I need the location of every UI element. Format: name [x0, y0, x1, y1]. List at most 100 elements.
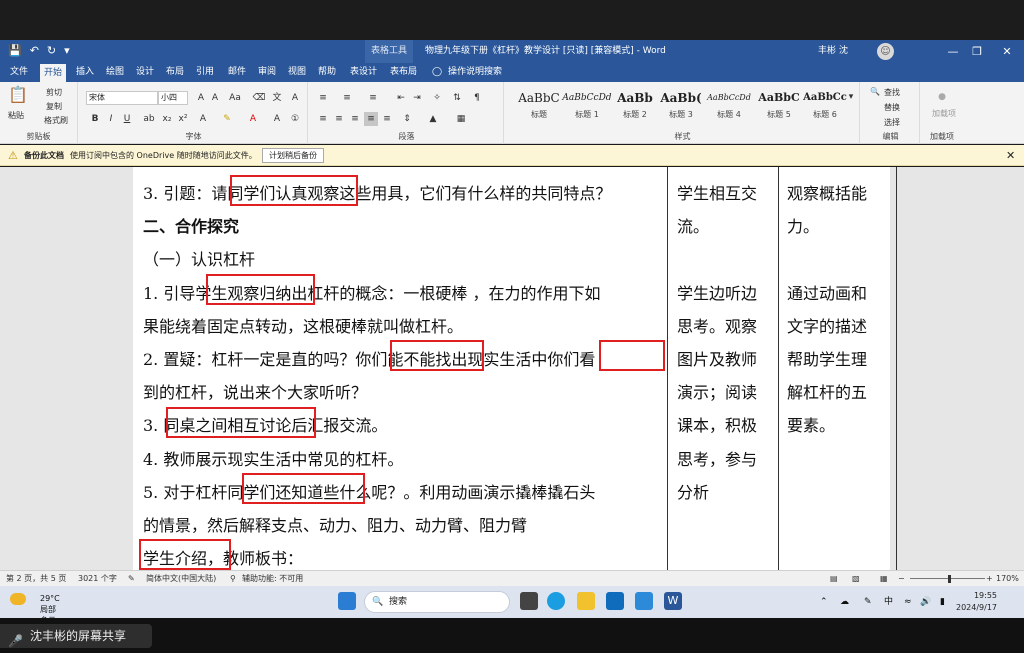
find-button[interactable]: 查找 — [884, 87, 900, 98]
align-left-icon[interactable]: ≡ — [316, 112, 330, 126]
subscript-icon[interactable]: x₂ — [160, 112, 174, 126]
tab-home[interactable]: 开始 — [40, 64, 67, 82]
justify-icon[interactable]: ≡ — [364, 112, 378, 126]
char-border-icon[interactable]: A — [288, 91, 302, 105]
tab-mailings[interactable]: 邮件 — [224, 63, 250, 82]
font-color-icon[interactable]: A — [246, 112, 260, 126]
multilevel-list-icon[interactable]: ≡ — [366, 91, 380, 105]
doc-line[interactable]: 图片及教师 — [677, 346, 757, 370]
undo-icon[interactable]: ↶ — [30, 44, 39, 57]
redo-icon[interactable]: ↻ — [47, 44, 56, 57]
doc-line[interactable]: 观察概括能 — [787, 180, 867, 204]
doc-line[interactable]: 解杠杆的五 — [787, 379, 867, 403]
doc-line[interactable]: 流。 — [677, 213, 709, 237]
doc-line[interactable]: 思考，参与 — [677, 446, 757, 470]
doc-line[interactable]: 要素。 — [787, 412, 835, 436]
align-right-icon[interactable]: ≡ — [348, 112, 362, 126]
tab-draw[interactable]: 绘图 — [102, 63, 128, 82]
superscript-icon[interactable]: x² — [176, 112, 190, 126]
search-box[interactable]: 🔍 搜索 — [364, 591, 510, 613]
web-layout-icon[interactable]: ▦ — [880, 571, 888, 586]
bold-icon[interactable]: B — [88, 112, 102, 126]
clock[interactable]: 19:55 2024/9/17 — [956, 590, 997, 614]
font-size-select[interactable]: 小四 — [158, 91, 188, 105]
task-view-icon[interactable] — [520, 592, 538, 610]
line-spacing-icon[interactable]: ⇕ — [400, 112, 414, 126]
italic-icon[interactable]: I — [104, 112, 118, 126]
grow-font-icon[interactable]: A — [194, 91, 208, 105]
copy-button[interactable]: 复制 — [46, 101, 62, 112]
tab-layout[interactable]: 布局 — [162, 63, 188, 82]
doc-line[interactable]: 演示；阅读 — [677, 379, 757, 403]
edge-icon[interactable] — [547, 592, 565, 610]
format-painter-button[interactable]: 格式刷 — [44, 115, 68, 126]
volume-icon[interactable]: 🔊 — [920, 586, 931, 618]
word-icon[interactable]: W — [664, 592, 682, 610]
clear-format-icon[interactable]: ⌫ — [252, 91, 266, 105]
doc-line[interactable]: 帮助学生理 — [787, 346, 867, 370]
change-case-icon[interactable]: Aa — [228, 91, 242, 105]
start-icon[interactable] — [338, 592, 356, 610]
ime-indicator[interactable]: 中 — [884, 586, 893, 618]
document-page[interactable]: 3. 引题：请同学们认真观察这些用具，它们有什么样的共同特点？ 二、合作探究 （… — [133, 167, 897, 570]
cut-button[interactable]: 剪切 — [46, 87, 62, 98]
doc-line[interactable]: 课本，积极 — [677, 412, 757, 436]
print-layout-icon[interactable]: ▧ — [852, 571, 860, 586]
restore-button[interactable]: ❐ — [962, 40, 992, 63]
proofing-icon[interactable]: ✎ — [128, 571, 135, 586]
decrease-indent-icon[interactable]: ⇤ — [394, 91, 408, 105]
doc-line[interactable]: 学生边听边 — [677, 280, 757, 304]
zoom-out-icon[interactable]: − — [898, 571, 905, 586]
align-center-icon[interactable]: ≡ — [332, 112, 346, 126]
save-icon[interactable]: 💾 — [8, 44, 22, 57]
doc-line[interactable]: 分析 — [677, 479, 709, 503]
zoom-level[interactable]: 170% — [996, 571, 1019, 586]
distributed-icon[interactable]: ≡ — [380, 112, 394, 126]
phonetic-icon[interactable]: 文 — [270, 91, 284, 105]
doc-line[interactable]: 思考。观察 — [677, 313, 757, 337]
screen-share-pill[interactable]: 🎤 沈丰彬的屏幕共享 — [0, 624, 152, 648]
styles-scroll-icon[interactable]: ▾ — [844, 90, 858, 104]
language-indicator[interactable]: 简体中文(中国大陆) — [146, 571, 216, 586]
onedrive-icon[interactable]: ☁ — [840, 586, 849, 618]
paste-label[interactable]: 粘贴 — [8, 110, 24, 121]
text-effects-icon[interactable]: A — [196, 112, 210, 126]
close-message-icon[interactable]: ✕ — [1006, 145, 1015, 166]
addins-icon[interactable]: ● — [935, 90, 949, 104]
highlight-icon[interactable]: ✎ — [220, 112, 234, 126]
microphone-icon[interactable]: 🎤 — [8, 629, 23, 653]
enclose-char-icon[interactable]: ① — [288, 112, 302, 126]
pen-icon[interactable]: ✎ — [864, 586, 872, 618]
zoom-in-icon[interactable]: + — [986, 571, 993, 586]
photos-icon[interactable] — [635, 592, 653, 610]
tab-help[interactable]: 帮助 — [314, 63, 340, 82]
increase-indent-icon[interactable]: ⇥ — [410, 91, 424, 105]
doc-line[interactable]: 的情景，然后解释支点、动力、阻力、动力臂、阻力臂 — [143, 512, 527, 536]
document-area[interactable]: 3. 引题：请同学们认真观察这些用具，它们有什么样的共同特点？ 二、合作探究 （… — [0, 167, 1024, 570]
shading-icon[interactable]: ▲ — [426, 112, 440, 126]
weather-icon[interactable] — [10, 593, 26, 605]
doc-line[interactable]: 4. 教师展示现实生活中常见的杠杆。 — [143, 446, 403, 470]
zoom-slider-handle[interactable] — [948, 575, 951, 583]
tab-table-design[interactable]: 表设计 — [346, 63, 381, 82]
doc-line[interactable]: 果能绕着固定点转动，这根硬棒就叫做杠杆。 — [143, 313, 463, 337]
underline-icon[interactable]: U — [120, 112, 134, 126]
doc-line[interactable]: 到的杠杆，说出来个大家听听？ — [143, 379, 367, 403]
doc-line[interactable]: 力。 — [787, 213, 819, 237]
doc-line[interactable]: 学生相互交 — [677, 180, 757, 204]
bullets-icon[interactable]: ≡ — [316, 91, 330, 105]
show-marks-icon[interactable]: ¶ — [470, 91, 484, 105]
replace-button[interactable]: 替换 — [884, 102, 900, 113]
find-icon[interactable]: 🔍 — [870, 87, 880, 96]
tab-view[interactable]: 视图 — [284, 63, 310, 82]
char-shading-icon[interactable]: A — [270, 112, 284, 126]
page-count[interactable]: 第 2 页，共 5 页 — [6, 571, 66, 586]
sort-icon[interactable]: ⇅ — [450, 91, 464, 105]
doc-line[interactable]: 通过动画和 — [787, 280, 867, 304]
paste-icon[interactable]: 📋 — [8, 87, 28, 108]
tab-file[interactable]: 文件 — [6, 63, 32, 82]
tab-design[interactable]: 设计 — [132, 63, 158, 82]
tab-review[interactable]: 审阅 — [254, 63, 280, 82]
borders-icon[interactable]: ▦ — [454, 112, 468, 126]
doc-line[interactable]: 5. 对于杠杆同学们还知道些什么呢？。利用动画演示撬棒撬石头 — [143, 479, 595, 503]
